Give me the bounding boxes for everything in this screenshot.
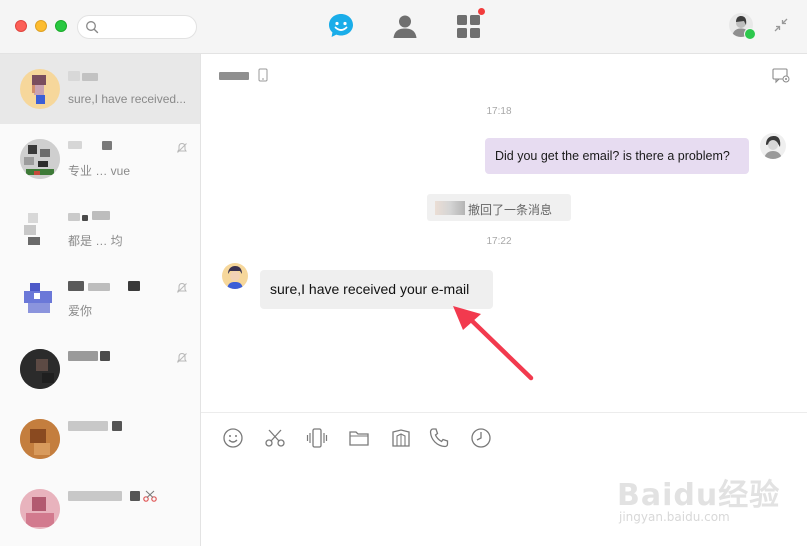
- mute-bell-icon: [177, 282, 187, 293]
- collapse-icon[interactable]: [773, 17, 789, 33]
- conversation-item[interactable]: 爱你: [0, 264, 200, 334]
- watermark-logo: Baidu经验 jingyan.baidu.com: [617, 478, 781, 524]
- recalled-message-notice: 撤回了一条消息: [427, 194, 571, 221]
- chat-icon[interactable]: [326, 11, 356, 41]
- conversation-preview: 专业 … vue: [68, 164, 131, 178]
- contact-message-avatar[interactable]: [222, 263, 248, 289]
- phone-call-icon[interactable]: [428, 427, 450, 449]
- app-window: sure,I have received... 专业 … vue 都是 … 均 …: [0, 0, 807, 546]
- search-box[interactable]: [77, 15, 197, 39]
- conversation-list: sure,I have received... 专业 … vue 都是 … 均 …: [0, 54, 201, 546]
- conversation-item[interactable]: [0, 404, 200, 474]
- search-icon: [86, 21, 99, 34]
- sender-name-blur: [435, 201, 465, 215]
- apps-icon[interactable]: [454, 11, 484, 41]
- zoom-window-button[interactable]: [55, 20, 67, 32]
- search-input[interactable]: [104, 19, 196, 37]
- image-icon[interactable]: [390, 427, 412, 449]
- annotation-arrow-icon: [453, 306, 534, 381]
- conversation-item[interactable]: [0, 474, 200, 544]
- screenshot-scissors-icon[interactable]: [264, 427, 286, 449]
- title-bar: [0, 0, 807, 54]
- avatar: [20, 279, 60, 319]
- avatar: [20, 349, 60, 389]
- conversation-item[interactable]: sure,I have received...: [0, 54, 200, 124]
- chat-header: [201, 54, 807, 99]
- message-timestamp: 17:22: [486, 236, 512, 247]
- shake-window-icon[interactable]: [306, 427, 328, 449]
- conversation-preview: sure,I have received...: [68, 92, 187, 106]
- scissors-emoji-icon: [143, 490, 157, 502]
- online-status-dot: [744, 28, 756, 40]
- avatar: [20, 489, 60, 529]
- conversation-item[interactable]: 专业 … vue: [0, 124, 200, 194]
- contact-name: [219, 72, 249, 80]
- chat-settings-icon[interactable]: [772, 68, 790, 84]
- conversation-item[interactable]: [0, 334, 200, 404]
- avatar: [20, 419, 60, 459]
- emoji-icon[interactable]: [222, 427, 244, 449]
- mute-bell-icon: [177, 142, 187, 153]
- mobile-device-icon: [258, 68, 268, 82]
- conversation-preview: 爱你: [68, 304, 93, 318]
- minimize-window-button[interactable]: [35, 20, 47, 32]
- close-window-button[interactable]: [15, 20, 27, 32]
- avatar: [20, 209, 60, 249]
- contacts-icon[interactable]: [390, 11, 420, 41]
- history-clock-icon[interactable]: [470, 427, 492, 449]
- avatar: [20, 69, 60, 109]
- mute-bell-icon: [177, 352, 187, 363]
- outgoing-message-bubble[interactable]: Did you get the email? is there a proble…: [485, 138, 749, 174]
- file-folder-icon[interactable]: [348, 427, 370, 449]
- conversation-preview: 都是 … 均: [68, 234, 123, 248]
- avatar: [20, 139, 60, 179]
- my-message-avatar[interactable]: [760, 133, 786, 159]
- conversation-item[interactable]: 都是 … 均: [0, 194, 200, 264]
- message-timestamp: 17:18: [486, 106, 512, 117]
- notification-badge: [478, 8, 485, 15]
